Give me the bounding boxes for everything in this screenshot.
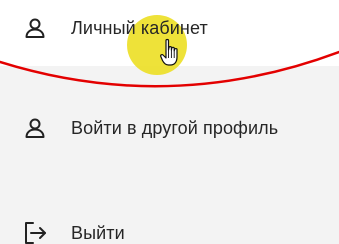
logout-icon [22, 220, 48, 244]
menu-item-switch-profile[interactable]: Войти в другой профиль [0, 106, 339, 150]
menu-item-label: Войти в другой профиль [71, 117, 279, 138]
hand-pointer-icon [160, 38, 178, 66]
user-icon [22, 15, 48, 41]
menu-item-label: Выйти [71, 222, 125, 243]
menu-item-label: Личный кабинет [71, 17, 208, 38]
profile-menu: Личный кабинет Войти в другой профиль Вы… [0, 0, 339, 244]
user-icon [22, 115, 48, 141]
menu-item-logout[interactable]: Выйти [0, 211, 339, 244]
